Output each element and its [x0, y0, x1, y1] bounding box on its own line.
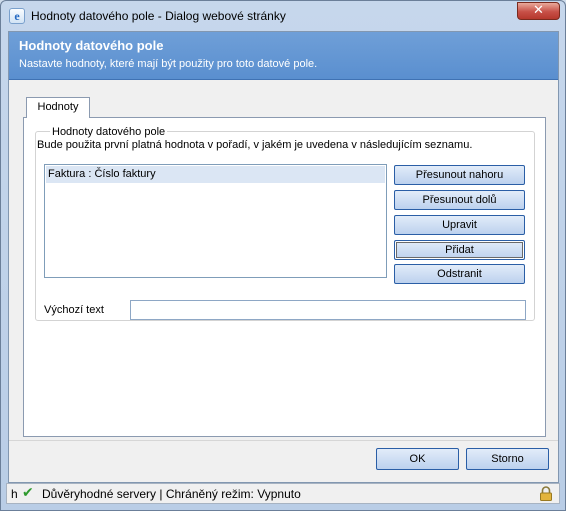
tab-hodnoty[interactable]: Hodnoty — [26, 97, 90, 118]
tab-panel: Hodnoty datového pole Bude použita první… — [23, 117, 546, 437]
dialog-window: e Hodnoty datového pole - Dialog webové … — [0, 0, 566, 511]
status-text: Důvěryhodné servery | Chráněný režim: Vy… — [42, 487, 301, 501]
lock-icon — [540, 486, 552, 501]
header-subtitle: Nastavte hodnoty, které mají být použity… — [19, 58, 318, 70]
header-title: Hodnoty datového pole — [19, 38, 164, 53]
default-text-input[interactable] — [130, 300, 526, 320]
values-listbox[interactable]: Faktura : Číslo faktury — [44, 164, 387, 278]
status-prefix: h — [11, 487, 18, 501]
group-description: Bude použita první platná hodnota v pořa… — [37, 139, 473, 151]
cancel-button[interactable]: Storno — [466, 448, 549, 470]
title-bar[interactable]: e Hodnoty datového pole - Dialog webové … — [1, 1, 565, 31]
group-legend: Hodnoty datového pole — [50, 126, 168, 138]
internet-explorer-icon: e — [9, 8, 25, 24]
move-down-button[interactable]: Přesunout dolů — [394, 190, 525, 210]
ok-button[interactable]: OK — [376, 448, 459, 470]
add-button[interactable]: Přidat — [394, 240, 525, 260]
move-up-button[interactable]: Přesunout nahoru — [394, 165, 525, 185]
dialog-client-area: Hodnoty datového pole Nastavte hodnoty, … — [8, 31, 559, 483]
default-text-label: Výchozí text — [44, 304, 104, 316]
remove-button[interactable]: Odstranit — [394, 264, 525, 284]
dialog-header: Hodnoty datového pole Nastavte hodnoty, … — [9, 32, 558, 80]
status-bar: h ✔ Důvěryhodné servery | Chráněný režim… — [6, 483, 560, 504]
close-button[interactable]: ✕ — [517, 2, 560, 20]
window-title: Hodnoty datového pole - Dialog webové st… — [31, 9, 286, 23]
check-icon: ✔ — [22, 485, 34, 501]
edit-button[interactable]: Upravit — [394, 215, 525, 235]
list-item[interactable]: Faktura : Číslo faktury — [46, 166, 385, 183]
footer-divider — [9, 440, 558, 441]
